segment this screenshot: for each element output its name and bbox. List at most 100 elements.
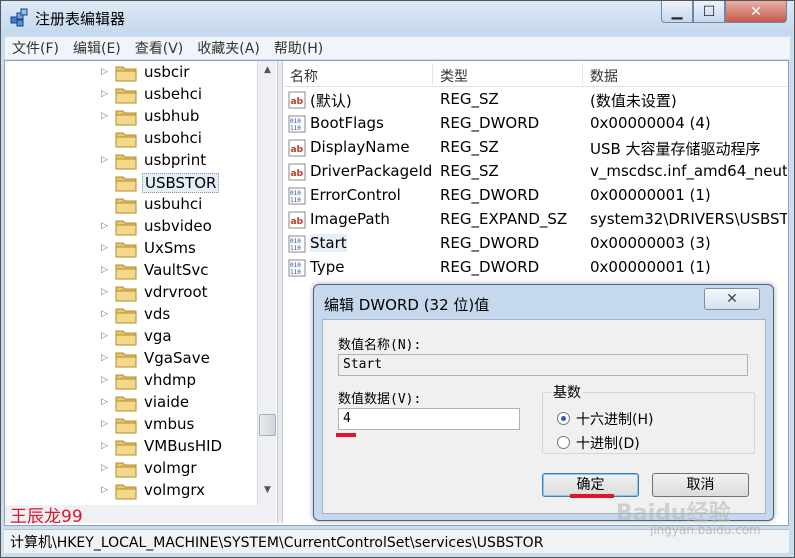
expand-arrow-icon[interactable]: ▷ xyxy=(101,441,111,453)
column-name[interactable]: 名称 xyxy=(290,66,318,86)
menu-help[interactable]: 帮助(H) xyxy=(267,38,330,58)
tree-item[interactable]: ▷ usbcir xyxy=(5,62,257,84)
tree-item-label: usbohci xyxy=(144,129,202,147)
tree-item[interactable]: ▷ VaultSvc xyxy=(5,260,257,282)
tree-item[interactable]: ▷ vds xyxy=(5,304,257,326)
title-bar[interactable]: 注册表编辑器 ▁ ☐ ✕ xyxy=(1,1,794,35)
expand-arrow-icon[interactable]: ▷ xyxy=(101,309,111,321)
value-data-input[interactable]: 4 xyxy=(338,408,520,430)
tree-item-label: vdrvroot xyxy=(144,283,208,301)
expand-arrow-icon[interactable]: ▷ xyxy=(101,89,111,101)
expand-arrow-icon[interactable]: ▷ xyxy=(101,419,111,431)
cancel-button[interactable]: 取消 xyxy=(652,473,749,497)
menu-file[interactable]: 文件(F) xyxy=(5,38,66,58)
tree-item[interactable]: USBSTOR xyxy=(5,172,257,194)
radio-decimal[interactable] xyxy=(557,436,570,449)
value-type: REG_SZ xyxy=(440,138,499,156)
tree-item[interactable]: ▷ usbprint xyxy=(5,150,257,172)
tree-item[interactable]: ▷ vmbus xyxy=(5,414,257,436)
string-value-icon: ab xyxy=(288,211,306,229)
table-row[interactable]: ab (默认) REG_SZ (数值未设置) xyxy=(284,88,787,112)
tree-item[interactable]: ▷ VMBusHID xyxy=(5,436,257,458)
expand-arrow-icon[interactable]: ▷ xyxy=(101,155,111,167)
folder-icon xyxy=(115,374,137,390)
table-row[interactable]: 010 110 BootFlags REG_DWORD 0x00000004 (4) xyxy=(284,112,787,136)
expand-arrow-icon[interactable]: ▷ xyxy=(101,67,111,79)
list-header: 名称 类型 数据 xyxy=(284,61,787,87)
tree-item[interactable]: usbuhci xyxy=(5,194,257,216)
close-button[interactable]: ✕ xyxy=(725,1,787,23)
binary-value-icon: 010110 xyxy=(288,187,306,205)
tree-item[interactable]: ▷ usbehci xyxy=(5,84,257,106)
folder-icon xyxy=(115,440,137,456)
tree-item[interactable]: ▷ viaide xyxy=(5,392,257,414)
tree-item-label: VMBusHID xyxy=(144,437,223,455)
tree-item[interactable]: ▷ vhdmp xyxy=(5,370,257,392)
tree-item[interactable]: ▷ vdrvroot xyxy=(5,282,257,304)
table-row[interactable]: 010 110 Type REG_DWORD 0x00000001 (1) xyxy=(284,256,787,280)
table-row[interactable]: 010 110 Start REG_DWORD 0x00000003 (3) xyxy=(284,232,787,256)
menu-edit[interactable]: 编辑(E) xyxy=(66,38,128,58)
svg-text:010: 010 xyxy=(290,190,301,197)
expand-arrow-icon[interactable]: ▷ xyxy=(101,331,111,343)
folder-icon xyxy=(115,462,137,478)
value-data: 0x00000001 (1) xyxy=(590,186,711,204)
expand-arrow-icon[interactable]: ▷ xyxy=(101,111,111,123)
tree-item[interactable]: ▷ volmgr xyxy=(5,458,257,480)
value-data: 0x00000004 (4) xyxy=(590,114,711,132)
radio-decimal-label[interactable]: 十进制(D) xyxy=(576,433,640,453)
tree-item-label: usbprint xyxy=(144,151,207,169)
minimize-button[interactable]: ▁ xyxy=(661,1,693,23)
tree-item[interactable]: ▷ VgaSave xyxy=(5,348,257,370)
expand-arrow-icon[interactable]: ▷ xyxy=(101,243,111,255)
expand-arrow-icon[interactable]: ▷ xyxy=(101,353,111,365)
tree-item[interactable]: ▷ usbhub xyxy=(5,106,257,128)
svg-text:010: 010 xyxy=(290,238,301,245)
tree-item[interactable]: ▷ usbvideo xyxy=(5,216,257,238)
column-divider[interactable] xyxy=(582,63,583,85)
dialog-close-button[interactable]: ✕ xyxy=(704,288,760,310)
tree-item[interactable]: ▷ vga xyxy=(5,326,257,348)
table-row[interactable]: ab DriverPackageId REG_SZ v_mscdsc.inf_amd6… xyxy=(284,160,787,184)
tree-vertical-scrollbar[interactable]: ▲ ▼ xyxy=(257,61,276,505)
expand-arrow-icon[interactable]: ▷ xyxy=(101,397,111,409)
expand-arrow-icon[interactable]: ▷ xyxy=(101,485,111,497)
column-type[interactable]: 类型 xyxy=(440,66,468,86)
menu-bar: 文件(F) 编辑(E) 查看(V) 收藏夹(A) 帮助(H) xyxy=(5,37,790,59)
folder-icon xyxy=(115,330,137,346)
tree-item[interactable]: usbohci xyxy=(5,128,257,150)
expand-arrow-icon[interactable]: ▷ xyxy=(101,375,111,387)
table-row[interactable]: ab DisplayName REG_SZ USB 大容量存储驱动程序 xyxy=(284,136,787,160)
folder-icon xyxy=(115,396,137,412)
site-watermark-url: jingyan.baidu.com xyxy=(650,523,761,537)
value-data: (数值未设置) xyxy=(590,92,677,110)
folder-icon xyxy=(115,88,137,104)
menu-view[interactable]: 查看(V) xyxy=(128,38,191,58)
expand-arrow-icon[interactable]: ▷ xyxy=(101,221,111,233)
menu-favorites[interactable]: 收藏夹(A) xyxy=(190,38,267,58)
maximize-button[interactable]: ☐ xyxy=(693,1,725,23)
table-row[interactable]: 010 110 ErrorControl REG_DWORD 0x00000001 (1… xyxy=(284,184,787,208)
table-row[interactable]: ab ImagePath REG_EXPAND_SZ system32\DRIVERS… xyxy=(284,208,787,232)
string-value-icon: ab xyxy=(288,91,306,109)
folder-icon xyxy=(115,176,137,192)
scroll-up-icon[interactable]: ▲ xyxy=(260,65,275,80)
tree-item-label: volmgr xyxy=(144,459,197,477)
scroll-down-icon[interactable]: ▼ xyxy=(260,485,275,500)
radio-hexadecimal-label[interactable]: 十六进制(H) xyxy=(576,409,653,429)
tree-item[interactable]: ▷ volmgrx xyxy=(5,480,257,502)
scroll-thumb[interactable] xyxy=(259,414,276,436)
column-divider[interactable] xyxy=(432,63,433,85)
expand-arrow-icon[interactable]: ▷ xyxy=(101,265,111,277)
highlight-underline xyxy=(570,494,614,498)
value-type: REG_DWORD xyxy=(440,114,540,132)
tree-item[interactable]: ▷ UxSms xyxy=(5,238,257,260)
value-name: Type xyxy=(310,258,345,276)
radio-hexadecimal[interactable] xyxy=(557,412,570,425)
tree-item-label: vhdmp xyxy=(144,371,197,389)
column-data[interactable]: 数据 xyxy=(590,66,618,86)
pane-splitter[interactable] xyxy=(277,61,283,523)
highlight-underline xyxy=(336,433,356,437)
expand-arrow-icon[interactable]: ▷ xyxy=(101,287,111,299)
expand-arrow-icon[interactable]: ▷ xyxy=(101,463,111,475)
